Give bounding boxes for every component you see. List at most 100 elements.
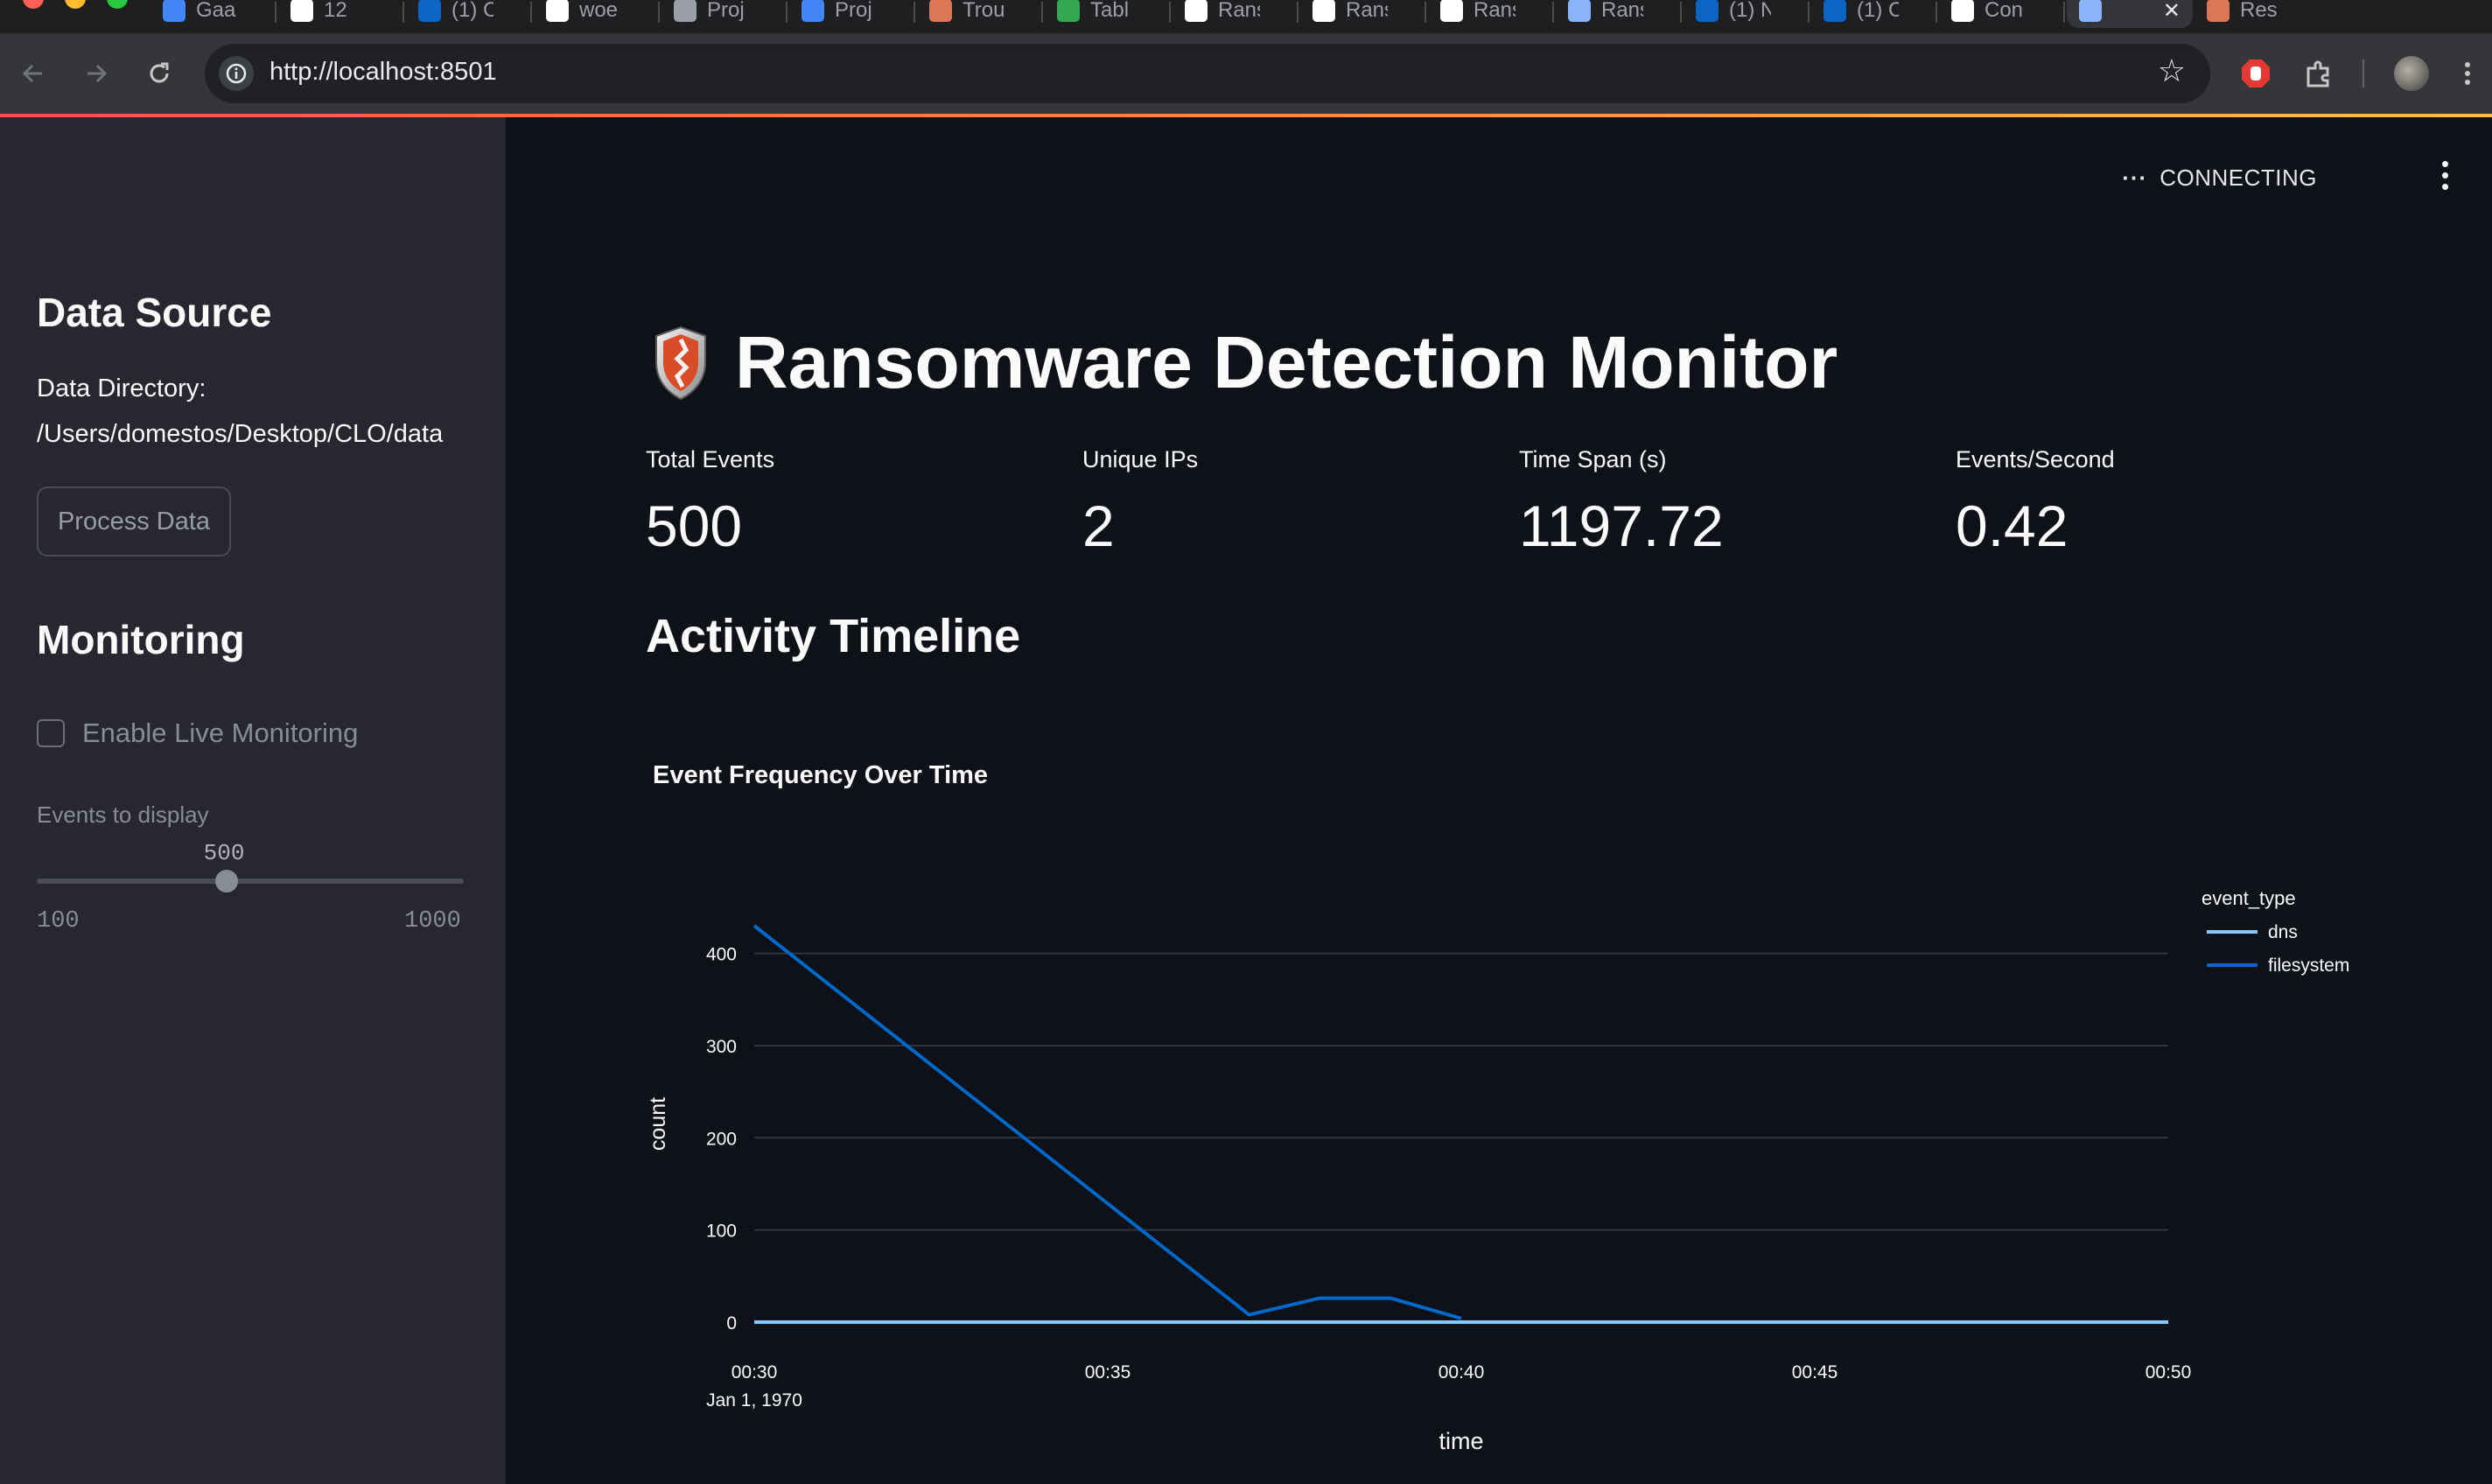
browser-tab-label: (1) C (452, 0, 494, 22)
events-slider-track[interactable] (37, 878, 464, 884)
metric-events-per-second: Events/Second 0.42 (1956, 446, 2115, 559)
x-tick-label: 00:35 (1085, 1362, 1131, 1382)
browser-tab[interactable]: Rans (1556, 0, 1682, 28)
claude-icon (2207, 0, 2230, 22)
tab-separator (1936, 2, 1937, 23)
events-slider-value: 500 (203, 840, 245, 866)
monitoring-heading: Monitoring (37, 617, 245, 662)
forward-button[interactable] (75, 52, 117, 94)
claude-icon (929, 0, 952, 22)
gmail-icon (163, 0, 186, 22)
metric-value: 1197.72 (1519, 494, 1724, 558)
x-tick-label: 00:50 (2146, 1362, 2192, 1382)
browser-tab[interactable]: Trou (917, 0, 1043, 28)
data-directory-label: Data Directory: (37, 374, 206, 402)
live-monitoring-toggle[interactable]: Enable Live Monitoring (37, 718, 358, 749)
y-tick-label: 0 (726, 1313, 737, 1334)
arrow-right-icon (88, 64, 108, 83)
x-tick-sublabel: Jan 1, 1970 (706, 1390, 802, 1410)
reload-button[interactable] (138, 52, 180, 94)
events-slider-label: Events to display (37, 802, 209, 828)
tab-separator (1041, 2, 1043, 23)
page-title-row: Ransomware Detection Monitor (651, 320, 1838, 405)
legend-label-filesystem: filesystem (2268, 956, 2349, 976)
browser-tab[interactable]: woe (534, 0, 660, 28)
maximize-window-icon[interactable] (107, 0, 128, 9)
metric-label: Events/Second (1956, 446, 2115, 472)
shield-icon (655, 326, 706, 400)
tab-separator (914, 2, 915, 23)
browser-tab[interactable]: Con (1939, 0, 2065, 28)
browser-tab-label: Rans (1218, 0, 1260, 22)
x-axis-label: time (1438, 1428, 1483, 1454)
close-tab-icon[interactable]: ✕ (2163, 0, 2180, 24)
connection-status: ··· CONNECTING (2122, 164, 2317, 192)
browser-tab[interactable]: Proj (789, 0, 915, 28)
browser-tab-label: 12 (324, 0, 347, 22)
page-title: Ransomware Detection Monitor (735, 321, 1838, 403)
browser-tab[interactable]: 12 (278, 0, 404, 28)
browser-tab[interactable]: (1) N (1684, 0, 1810, 28)
browser-tab[interactable]: (1) C (1811, 0, 1937, 28)
metric-label: Unique IPs (1082, 446, 1199, 472)
browser-tab[interactable]: Res (2194, 0, 2320, 28)
events-slider-thumb[interactable] (214, 870, 238, 892)
browser-tab-label: Tabl (1090, 0, 1130, 22)
tab-separator (786, 2, 788, 23)
browser-tab[interactable]: (1) C (406, 0, 532, 28)
adblock-extension-icon[interactable] (2236, 54, 2275, 93)
app-main-menu-icon[interactable] (2434, 154, 2455, 196)
browser-tab[interactable]: Rans (1172, 0, 1298, 28)
close-window-icon[interactable] (23, 0, 44, 9)
browser-tab[interactable]: Proj (662, 0, 788, 28)
metric-label: Total Events (646, 446, 775, 472)
bookmark-star-icon[interactable]: ☆ (2158, 52, 2186, 89)
y-axis-label: count (646, 1097, 670, 1151)
event-frequency-chart[interactable]: Event Frequency Over Time 0 100 200 300 400 00… (612, 744, 2404, 1484)
tab-separator (402, 2, 404, 23)
tab-separator (1169, 2, 1171, 23)
browser-tab-label: Trou (962, 0, 1004, 22)
toolbar-divider (2362, 60, 2364, 88)
legend-title: event_type (2202, 887, 2296, 909)
tab-separator (1680, 2, 1682, 23)
metric-value: 0.42 (1956, 494, 2068, 558)
process-data-button[interactable]: Process Data (37, 486, 231, 556)
tab-separator (1552, 2, 1554, 23)
y-tick-label: 100 (706, 1222, 737, 1242)
linkedin-icon (1824, 0, 1846, 22)
browser-tab[interactable]: Rans (1300, 0, 1426, 28)
browser-tab[interactable]: Rans (1428, 0, 1554, 28)
browser-tab-label: Rans (1346, 0, 1388, 22)
series-line-filesystem (752, 924, 1462, 1320)
tab-separator (530, 2, 532, 23)
browser-menu-icon[interactable] (2459, 54, 2476, 93)
browser-tab[interactable]: ✕ (2067, 0, 2193, 28)
metric-total-events: Total Events 500 (646, 446, 774, 559)
browser-tab[interactable]: Gaa (150, 0, 276, 28)
sidebar: Data Source Data Directory: /Users/domes… (0, 117, 506, 1484)
minimize-window-icon[interactable] (65, 0, 86, 9)
extensions-puzzle-icon[interactable] (2300, 54, 2338, 93)
docs-icon (802, 0, 824, 22)
browser-tab-label: Gaa (196, 0, 236, 22)
y-tick-label: 400 (706, 945, 737, 965)
browser-tab[interactable]: Tabl (1045, 0, 1171, 28)
page-icon (1440, 0, 1463, 22)
live-monitoring-checkbox[interactable] (37, 719, 65, 747)
chrome-icon (1057, 0, 1080, 22)
profile-avatar[interactable] (2392, 54, 2431, 93)
profile-icon (674, 0, 696, 22)
linkedin-icon (418, 0, 441, 22)
address-bar[interactable]: http://localhost:8501 ☆ (205, 44, 2210, 103)
page-icon (1185, 0, 1208, 22)
x-tick-label: 00:40 (1438, 1362, 1485, 1382)
data-directory-path: /Users/domestos/Desktop/CLO/data (37, 420, 444, 448)
site-info-icon[interactable] (219, 56, 254, 91)
page-icon (1312, 0, 1335, 22)
metric-time-span: Time Span (s) 1197.72 (1519, 446, 1724, 559)
events-slider-max: 1000 (404, 908, 461, 934)
browser-tab-label: (1) C (1857, 0, 1899, 22)
back-button[interactable] (12, 52, 54, 94)
activity-timeline-heading: Activity Timeline (646, 610, 1021, 662)
